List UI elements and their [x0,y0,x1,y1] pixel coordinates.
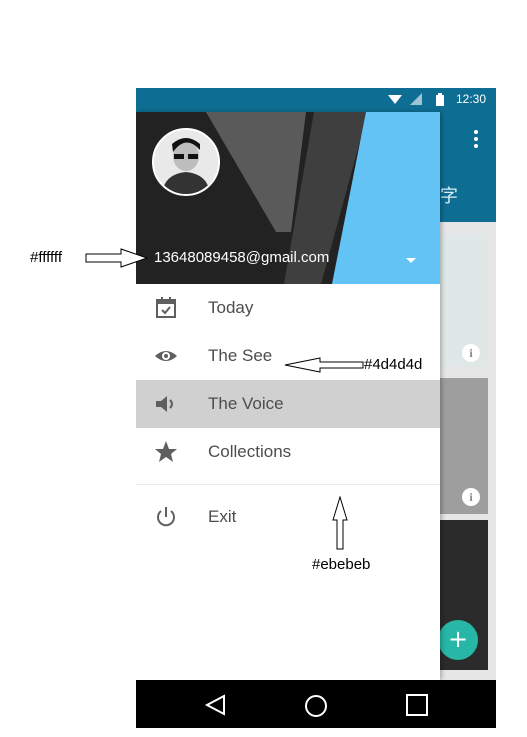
app-title-partial: 字 [440,186,458,207]
drawer-header: 13648089458@gmail.com [136,112,440,284]
menu-item-collections[interactable]: Collections [136,428,440,476]
drawer-menu: Today The See The Voice Collections Exit [136,284,440,541]
menu-item-label: The See [208,346,273,365]
navigation-bar [136,680,496,728]
power-icon [157,507,175,527]
info-icon[interactable]: i [462,488,480,506]
star-icon [155,441,177,462]
content-card[interactable]: i [440,234,488,366]
home-icon[interactable] [304,694,328,718]
avatar-image [154,130,218,194]
phone-screen: 12:30 字 i i + 13648089458@gmail.com Toda… [136,88,496,728]
calendar-check-icon [156,297,176,318]
status-time: 12:30 [455,92,486,106]
navigation-drawer: 13648089458@gmail.com Today The See The … [136,112,440,680]
menu-item-label: The Voice [208,394,284,413]
signal-icon [410,93,422,105]
account-email: 13648089458@gmail.com [154,249,330,266]
menu-divider [136,484,440,485]
menu-item-label: Collections [208,442,292,461]
annotation-email-color: #ffffff [30,249,62,266]
annotation-text-color: #4d4d4d [364,356,423,373]
annotation-arrow [332,496,348,550]
annotation-divider-color: #ebebeb [312,556,371,573]
back-icon[interactable] [204,694,226,716]
wifi-icon [388,95,402,104]
info-icon[interactable]: i [462,344,480,362]
battery-icon [436,93,444,106]
menu-item-the-voice[interactable]: The Voice [136,380,440,428]
menu-item-today[interactable]: Today [136,284,440,332]
avatar[interactable] [152,128,220,196]
annotation-arrow [85,248,149,268]
eye-icon [155,351,177,361]
menu-item-label: Exit [208,507,237,526]
more-options-icon[interactable] [474,130,478,151]
recents-icon[interactable] [406,694,428,716]
menu-item-label: Today [208,298,254,317]
volume-icon [156,396,173,412]
menu-item-exit[interactable]: Exit [136,493,440,541]
add-fab-button[interactable]: + [438,620,478,660]
account-dropdown-icon[interactable] [406,258,416,263]
content-card[interactable]: i [440,378,488,514]
annotation-arrow [284,357,364,373]
status-bar: 12:30 [136,88,496,112]
